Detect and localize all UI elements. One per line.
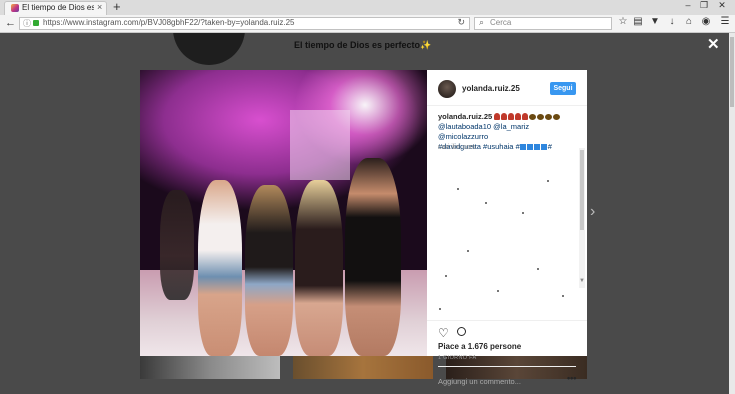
add-comment-input[interactable]: Aggiungi un commento... xyxy=(438,377,521,386)
background-profile-picture xyxy=(173,33,245,65)
tab-strip: El tiempo de Dios es perfecto × + – ❐ ✕ xyxy=(0,0,735,15)
scroll-down-icon[interactable]: ▼ xyxy=(579,278,585,284)
pocket-icon[interactable]: ▼ xyxy=(649,16,661,27)
caption-username[interactable]: yolanda.ruiz.25 xyxy=(438,112,492,121)
photo-person xyxy=(198,180,242,356)
post-details-panel: yolanda.ruiz.25 Segui yolanda.ruiz.25 @l… xyxy=(427,70,587,386)
more-options-icon[interactable]: ••• xyxy=(567,373,576,383)
photo-person xyxy=(245,185,293,356)
photo-background-wall xyxy=(290,110,350,180)
likes-count[interactable]: Piace a 1.676 persone xyxy=(438,342,521,351)
comment-fragment xyxy=(562,295,564,297)
comment-fragment xyxy=(537,268,539,270)
url-bar[interactable]: ⓘ https://www.instagram.com/p/BVJ08gbhF2… xyxy=(19,17,470,30)
url-text[interactable]: https://www.instagram.com/p/BVJ08gbhF22/… xyxy=(43,18,294,27)
comment-fragment xyxy=(457,188,459,190)
reader-icon[interactable]: ▤ xyxy=(632,16,644,27)
search-icon: ⌕ xyxy=(479,17,485,27)
minimize-button[interactable]: – xyxy=(682,0,694,10)
comments-scrollbar[interactable] xyxy=(579,148,585,288)
reload-icon[interactable]: ↻ xyxy=(457,17,465,28)
browser-tab[interactable]: El tiempo de Dios es perfecto × xyxy=(4,1,107,15)
comment-fragment xyxy=(467,250,469,252)
comment-fragment xyxy=(497,290,499,292)
tab-close-icon[interactable]: × xyxy=(97,2,102,12)
caption-mentions[interactable]: @lautaboada10 @la_mariz @micolazzurro xyxy=(438,122,529,141)
search-bar[interactable]: ⌕ Cerca xyxy=(474,17,612,30)
home-icon[interactable]: ⌂ xyxy=(683,16,695,27)
search-placeholder[interactable]: Cerca xyxy=(490,18,511,27)
follow-button[interactable]: Segui xyxy=(550,82,576,95)
page-overlay: El tiempo de Dios es perfecto✨ ✕ › yolan… xyxy=(0,33,729,394)
window-close-button[interactable]: ✕ xyxy=(716,0,728,11)
close-modal-icon[interactable]: ✕ xyxy=(707,35,720,53)
comments-scroll-thumb[interactable] xyxy=(580,150,584,230)
comment-bubble-icon[interactable] xyxy=(457,327,466,336)
comment-fragment xyxy=(547,180,549,182)
download-icon[interactable]: ↓ xyxy=(666,16,678,27)
emoji-group xyxy=(494,112,561,121)
divider xyxy=(438,366,576,367)
back-icon[interactable]: ← xyxy=(5,17,16,29)
menu-icon[interactable]: ☰ xyxy=(719,16,731,27)
comment-fragment xyxy=(439,308,441,310)
comment-fragment xyxy=(485,202,487,204)
navigation-bar: ← ⓘ https://www.instagram.com/p/BVJ08gbh… xyxy=(0,15,735,33)
photo-person xyxy=(295,180,343,356)
avatar[interactable] xyxy=(438,80,456,98)
instagram-favicon-icon xyxy=(11,4,19,12)
page-scroll-thumb[interactable] xyxy=(730,37,734,107)
new-tab-button[interactable]: + xyxy=(113,0,121,14)
info-icon[interactable]: ⓘ xyxy=(23,18,31,29)
grid-thumbnail[interactable] xyxy=(293,356,433,379)
comment-fragment xyxy=(522,212,524,214)
post-photo xyxy=(140,70,427,356)
next-post-arrow-icon[interactable]: › xyxy=(590,203,595,221)
tab-title: El tiempo de Dios es perfecto xyxy=(22,3,94,12)
lock-icon xyxy=(33,20,39,26)
star-icon[interactable]: ☆ xyxy=(617,16,629,27)
comments-stub[interactable]: cari ibri com xyxy=(438,144,476,151)
photo-person xyxy=(345,158,401,356)
photo-background-person xyxy=(160,190,194,300)
emoji-group xyxy=(519,142,548,151)
like-heart-icon[interactable]: ♡ xyxy=(438,326,449,340)
post-username[interactable]: yolanda.ruiz.25 xyxy=(462,84,520,93)
page-scrollbar[interactable] xyxy=(729,33,735,394)
background-bio: El tiempo de Dios es perfecto✨ xyxy=(294,40,432,50)
sync-icon[interactable]: ◉ xyxy=(700,16,712,27)
comment-fragment xyxy=(445,275,447,277)
divider xyxy=(427,320,587,321)
post-date: 1 GIORNO FA xyxy=(438,355,477,361)
divider xyxy=(427,105,587,106)
grid-thumbnail[interactable] xyxy=(140,356,280,379)
maximize-button[interactable]: ❐ xyxy=(698,0,710,11)
